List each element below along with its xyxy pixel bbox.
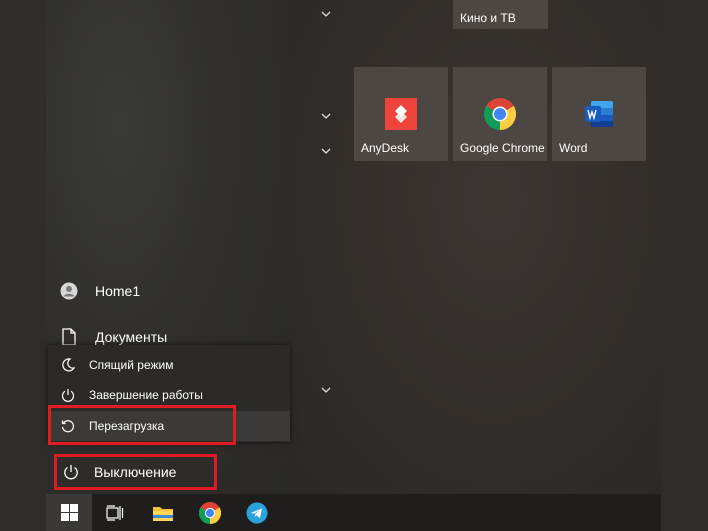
chevron-down-icon[interactable] [320, 385, 332, 395]
power-icon [61, 389, 75, 402]
highlight-box-restart [48, 405, 236, 445]
menu-item-label: Спящий режим [89, 358, 174, 372]
tile-label: Кино и ТВ [460, 11, 516, 25]
file-explorer-icon [153, 506, 173, 521]
anydesk-icon [385, 98, 417, 130]
desktop-frame-left [0, 0, 46, 531]
nav-user-account[interactable]: Home1 [60, 279, 140, 303]
telegram-icon [246, 502, 268, 523]
task-view-icon [106, 504, 124, 521]
document-icon [62, 328, 76, 346]
sleep-menu-item[interactable]: Спящий режим [48, 350, 290, 380]
task-view-button[interactable] [92, 494, 138, 531]
user-name: Home1 [95, 283, 141, 299]
moon-icon [62, 358, 75, 372]
user-avatar-icon [60, 282, 78, 300]
tile-google-chrome[interactable]: Google Chrome [453, 67, 547, 161]
word-icon [585, 101, 613, 127]
telegram-taskbar-button[interactable] [234, 494, 280, 531]
file-explorer-button[interactable] [140, 494, 186, 531]
chevron-down-icon[interactable] [320, 9, 332, 19]
tile-label: AnyDesk [361, 141, 410, 155]
tile-label: Word [559, 141, 588, 155]
tile-label: Google Chrome [460, 141, 545, 155]
tile-movies-tv[interactable]: Кино и ТВ [453, 0, 548, 29]
chevron-down-icon[interactable] [320, 111, 332, 121]
documents-label: Документы [95, 329, 168, 345]
chrome-icon [199, 501, 221, 524]
tile-word[interactable]: Word [552, 67, 646, 161]
taskbar [46, 494, 661, 531]
chrome-icon [484, 98, 516, 130]
highlight-box-power [54, 454, 217, 490]
windows-start-icon [60, 504, 78, 521]
desktop-frame-right [661, 0, 708, 531]
start-button[interactable] [46, 494, 92, 531]
tile-anydesk[interactable]: AnyDesk [354, 67, 448, 161]
menu-item-label: Завершение работы [89, 388, 203, 402]
chrome-taskbar-button[interactable] [187, 494, 233, 531]
chevron-down-icon[interactable] [320, 146, 332, 156]
